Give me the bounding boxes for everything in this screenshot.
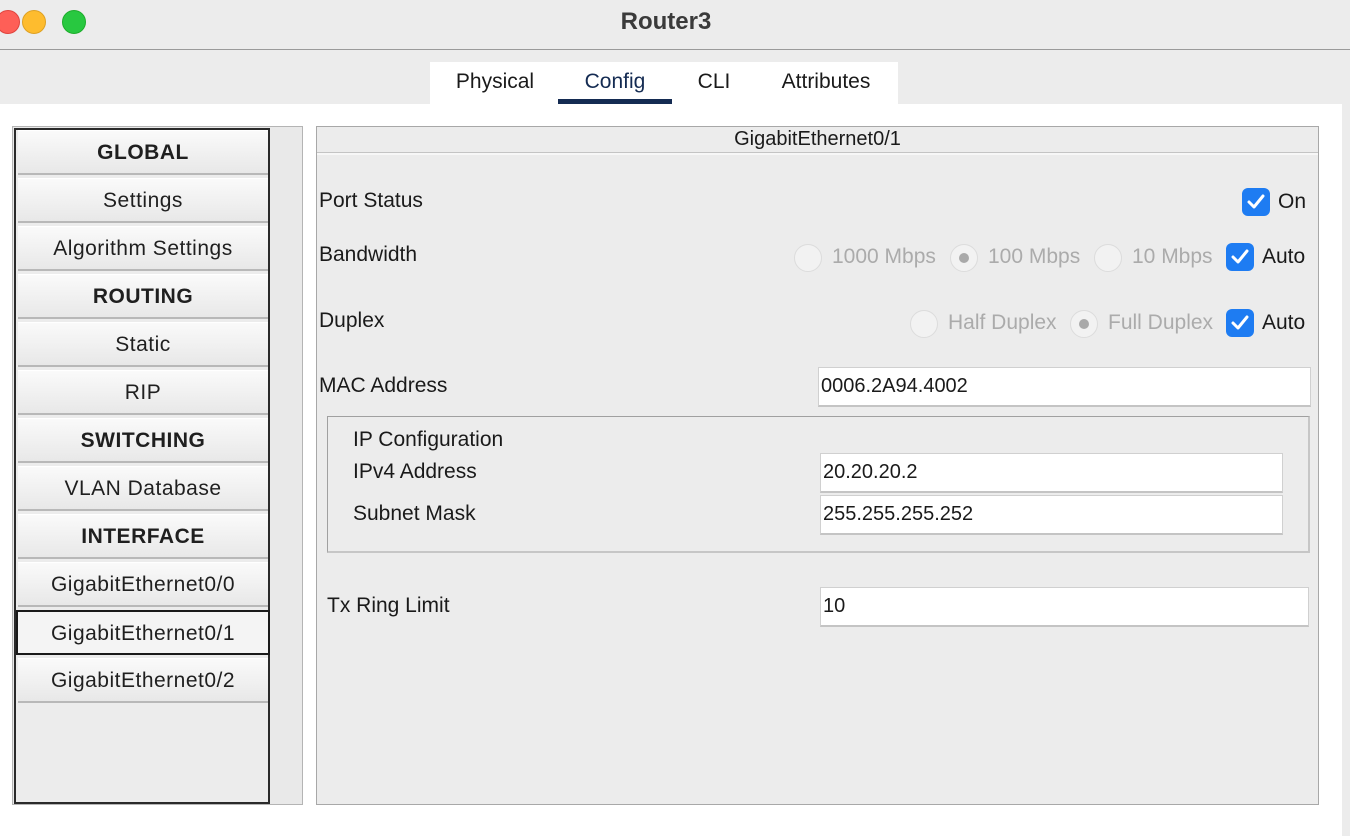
duplex-auto-label: Auto bbox=[1262, 311, 1306, 334]
window-title: Router3 bbox=[620, 8, 712, 35]
checkmark-icon bbox=[1231, 315, 1249, 330]
ipv4-address-field[interactable]: 20.20.20.2 bbox=[820, 453, 1283, 493]
bandwidth-auto-label: Auto bbox=[1262, 245, 1306, 268]
checkmark-icon bbox=[1231, 249, 1249, 264]
bandwidth-100-label: 100 Mbps bbox=[988, 245, 1081, 268]
checkmark-icon bbox=[1247, 194, 1265, 209]
tab-bar: Physical Config CLI Attributes bbox=[430, 62, 898, 104]
sidebar-header-global: GLOBAL bbox=[18, 130, 268, 175]
duplex-label: Duplex bbox=[319, 309, 385, 332]
interface-config-panel: GigabitEthernet0/1 Port Status On Bandwi… bbox=[316, 126, 1319, 805]
panel-title: GigabitEthernet0/1 bbox=[317, 127, 1318, 153]
title-bar: Router3 bbox=[0, 0, 1350, 50]
subnet-mask-field[interactable]: 255.255.255.252 bbox=[820, 495, 1283, 535]
bandwidth-1000-label: 1000 Mbps bbox=[832, 245, 936, 268]
sidebar-item-gigabitethernet0-1[interactable]: GigabitEthernet0/1 bbox=[16, 610, 270, 655]
sidebar-item-gigabitethernet0-2[interactable]: GigabitEthernet0/2 bbox=[18, 658, 268, 703]
sidebar-item-algorithm-settings[interactable]: Algorithm Settings bbox=[18, 226, 268, 271]
full-duplex-radio[interactable] bbox=[1070, 310, 1098, 338]
subnet-mask-label: Subnet Mask bbox=[353, 502, 476, 525]
tab-attributes[interactable]: Attributes bbox=[766, 62, 886, 104]
sidebar-item-vlan-database[interactable]: VLAN Database bbox=[18, 466, 268, 511]
bandwidth-10-radio[interactable] bbox=[1094, 244, 1122, 272]
bandwidth-auto-checkbox[interactable] bbox=[1226, 243, 1254, 271]
port-status-on-label: On bbox=[1278, 190, 1307, 213]
mac-address-field[interactable]: 0006.2A94.4002 bbox=[818, 367, 1311, 407]
sidebar-header-switching: SWITCHING bbox=[18, 418, 268, 463]
sidebar-item-settings[interactable]: Settings bbox=[18, 178, 268, 223]
half-duplex-radio[interactable] bbox=[910, 310, 938, 338]
panel-divider bbox=[317, 153, 1318, 155]
ip-configuration-group: IP Configuration IPv4 Address 20.20.20.2… bbox=[327, 416, 1310, 553]
port-status-label: Port Status bbox=[319, 189, 423, 212]
tab-cli[interactable]: CLI bbox=[682, 62, 746, 104]
tx-ring-limit-label: Tx Ring Limit bbox=[327, 594, 450, 617]
tab-config[interactable]: Config bbox=[558, 62, 672, 104]
sidebar-item-rip[interactable]: RIP bbox=[18, 370, 268, 415]
port-status-checkbox[interactable] bbox=[1242, 188, 1270, 216]
sidebar-item-static[interactable]: Static bbox=[18, 322, 268, 367]
ip-configuration-title: IP Configuration bbox=[353, 428, 504, 451]
mac-address-label: MAC Address bbox=[319, 374, 448, 397]
tx-ring-limit-field[interactable]: 10 bbox=[820, 587, 1309, 627]
full-duplex-label: Full Duplex bbox=[1108, 311, 1214, 334]
sidebar: GLOBAL Settings Algorithm Settings ROUTI… bbox=[14, 128, 270, 804]
ipv4-address-label: IPv4 Address bbox=[353, 460, 477, 483]
sidebar-header-interface: INTERFACE bbox=[18, 514, 268, 559]
sidebar-header-routing: ROUTING bbox=[18, 274, 268, 319]
bandwidth-100-radio[interactable] bbox=[950, 244, 978, 272]
sidebar-item-gigabitethernet0-0[interactable]: GigabitEthernet0/0 bbox=[18, 562, 268, 607]
duplex-auto-checkbox[interactable] bbox=[1226, 309, 1254, 337]
bandwidth-10-label: 10 Mbps bbox=[1132, 245, 1213, 268]
half-duplex-label: Half Duplex bbox=[948, 311, 1057, 334]
bandwidth-label: Bandwidth bbox=[319, 243, 418, 266]
bandwidth-1000-radio[interactable] bbox=[794, 244, 822, 272]
tab-physical[interactable]: Physical bbox=[440, 62, 550, 104]
